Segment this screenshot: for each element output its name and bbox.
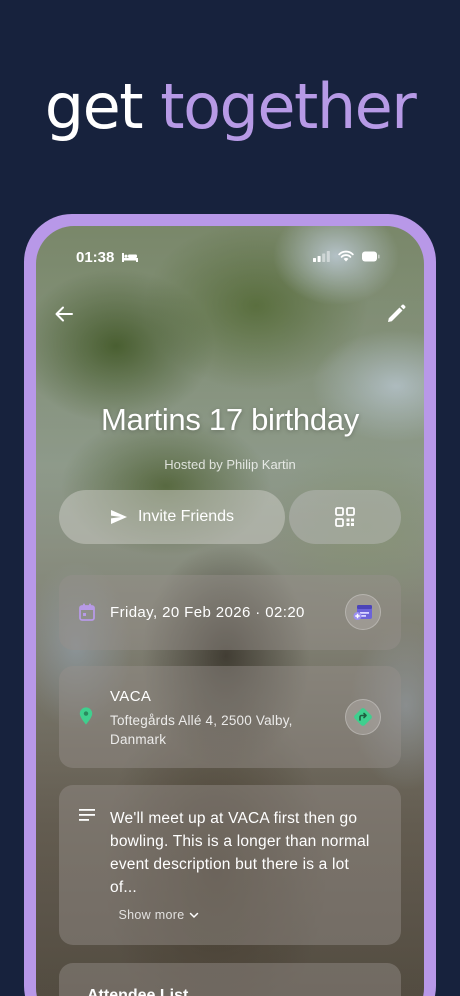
description-lines-icon (79, 809, 95, 821)
venue-name: VACA (110, 688, 152, 705)
headline-word-together: together (160, 70, 416, 143)
app-headline: get together (0, 76, 460, 138)
add-calendar-icon (353, 605, 372, 620)
venue-address: Toftegårds Allé 4, 2500 Valby, Danmark (110, 713, 293, 747)
attendee-list-title: Attendee List (87, 987, 189, 996)
event-title: Martins 17 birthday (101, 402, 359, 437)
battery-icon (362, 251, 380, 261)
send-icon (110, 510, 127, 524)
wifi-icon (338, 250, 354, 262)
attendee-list-card: Attendee List (59, 963, 401, 996)
signal-icon (313, 250, 330, 262)
directions-icon (354, 708, 372, 726)
chevron-down-icon (190, 912, 199, 918)
bed-icon (122, 253, 138, 262)
event-description-card: We'll meet up at VACA first then go bowl… (59, 785, 401, 945)
show-more-label: Show more (118, 908, 185, 922)
event-screen: 01:38 Martins 17 birthday Hosted by Phil… (36, 226, 424, 996)
headline-word-get: get (44, 70, 144, 143)
event-description-text: We'll meet up at VACA first then go bowl… (110, 810, 370, 896)
edit-pencil-icon[interactable] (384, 302, 408, 326)
invite-friends-label: Invite Friends (137, 508, 235, 525)
add-to-calendar-button[interactable] (345, 594, 381, 630)
invite-friends-button[interactable]: Invite Friends (59, 490, 285, 544)
back-arrow-icon[interactable] (52, 302, 76, 326)
event-location-card: VACA Toftegårds Allé 4, 2500 Valby, Danm… (59, 666, 401, 768)
qr-code-button[interactable] (289, 490, 401, 544)
directions-button[interactable] (345, 699, 381, 735)
location-pin-icon (79, 707, 93, 725)
event-date-text: Friday, 20 Feb 2026 · 02:20 (110, 604, 305, 621)
calendar-icon (79, 603, 95, 621)
event-host: Hosted by Philip Kartin (164, 457, 296, 472)
status-time: 01:38 (76, 249, 115, 266)
show-more-button[interactable]: Show more (59, 908, 259, 922)
status-bar: 01:38 (36, 226, 424, 286)
qr-code-icon (335, 507, 355, 527)
event-date-card: Friday, 20 Feb 2026 · 02:20 (59, 575, 401, 650)
